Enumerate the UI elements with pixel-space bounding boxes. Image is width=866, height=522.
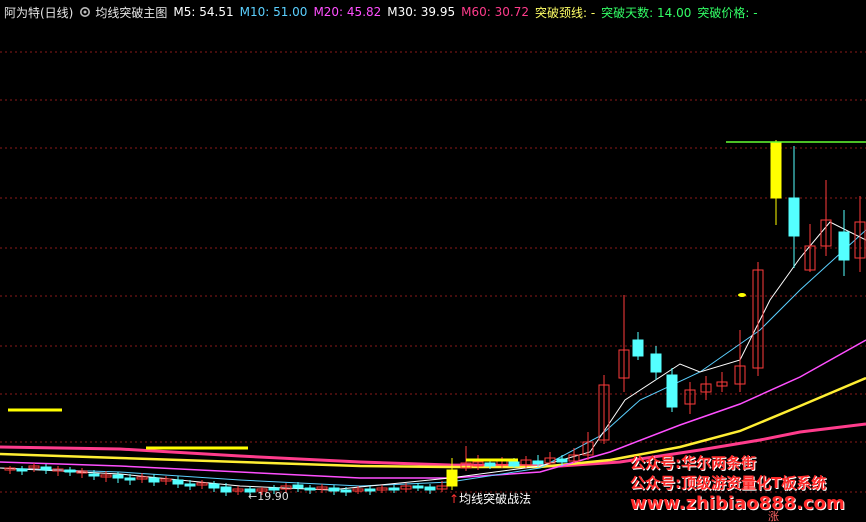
candle-body [292,484,304,489]
left-arrow-icon: ← [248,490,258,503]
low-price-value: 19.90 [257,490,289,503]
strategy-label: ↑均线突破战法 [449,490,531,507]
signal-markers [8,141,866,462]
watermark-line-3: www.zhibiao888.com [630,493,845,514]
candle-body [632,339,644,357]
candle-body [172,479,184,485]
candle-body [40,466,52,471]
up-arrow-icon: ↑ [449,492,460,506]
chart-window: { "header": { "stock_title": "阿为特(日线)", … [0,0,866,522]
candle-body [16,468,28,472]
candle-body [148,477,160,483]
candle-body [364,488,376,492]
candle-body [328,487,340,492]
candle-body [340,489,352,493]
candle-body [208,483,220,489]
candle-body [64,469,76,473]
candle-body [532,460,544,465]
candle-body [88,473,100,477]
candle-body [556,458,568,463]
m10-line [0,229,866,487]
low-price-label: ←19.90 [248,490,289,503]
signal-dot [738,293,746,297]
candle-body [838,231,850,261]
candle-body [446,469,458,487]
candle-body [220,486,232,493]
candle-body [112,474,124,479]
candle-body [770,141,782,199]
candle-body [484,462,496,467]
candle-body [412,485,424,489]
candle-body [666,374,678,408]
candle-body [650,353,662,373]
candle-body [304,487,316,491]
candlestick-chart[interactable] [0,0,866,522]
candle-body [508,461,520,467]
candle-body [424,486,436,491]
candle-body [788,197,800,237]
moving-average-lines [0,221,866,491]
strategy-label-text: 均线突破战法 [459,492,532,506]
price-grid [0,51,866,493]
candle-body [388,487,400,491]
candle-body [184,483,196,487]
watermark-line-1: 公众号:华尔两条街 [630,454,756,472]
candle-body [124,477,136,481]
watermark-line-2: 公众号:顶级游资量化T板系统 [630,474,827,492]
